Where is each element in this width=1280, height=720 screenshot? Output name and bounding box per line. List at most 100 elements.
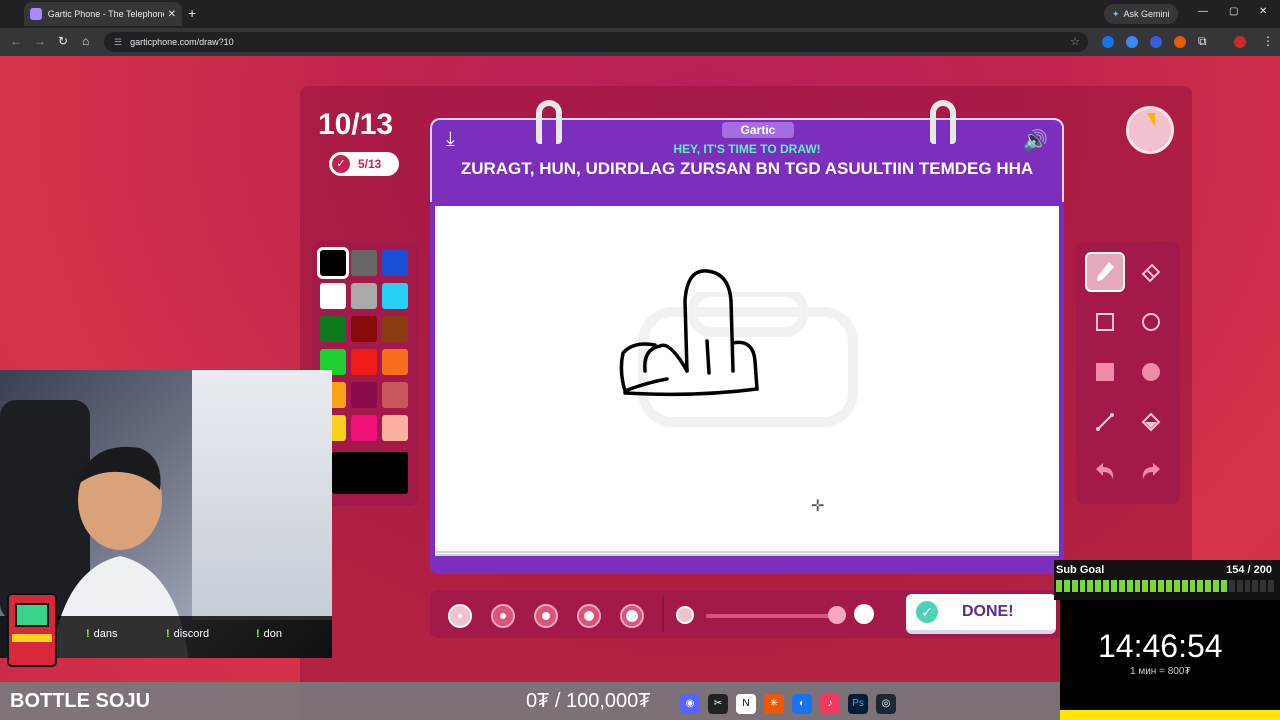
color-swatch[interactable] xyxy=(351,250,377,276)
crosshair-cursor-icon: ✛ xyxy=(811,498,825,515)
progress-segment xyxy=(1150,580,1157,592)
redo-icon xyxy=(1142,463,1160,479)
capcut-icon[interactable]: ✂ xyxy=(708,694,728,714)
music-icon[interactable]: ♪ xyxy=(820,694,840,714)
square-filled-icon xyxy=(1096,363,1114,381)
minimize-button[interactable]: — xyxy=(1198,6,1208,17)
extension-icon[interactable] xyxy=(1102,36,1114,48)
extensions-puzzle-icon[interactable]: ⧉ xyxy=(1198,34,1207,49)
gartic-logo: Gartic xyxy=(722,122,794,138)
color-swatch[interactable] xyxy=(320,316,346,342)
color-swatch[interactable] xyxy=(382,349,408,375)
progress-segment xyxy=(1236,580,1243,592)
brush-size-1-button[interactable] xyxy=(448,604,472,628)
browser-menu-icon[interactable]: ⋮ xyxy=(1262,34,1274,48)
gemini-sparkle-icon: ✦ xyxy=(1112,8,1120,19)
extension-icon[interactable] xyxy=(1126,36,1138,48)
opacity-slider[interactable] xyxy=(706,614,836,618)
undo-button[interactable] xyxy=(1085,452,1125,492)
color-swatch[interactable] xyxy=(317,247,349,279)
notion-icon[interactable]: N xyxy=(736,694,756,714)
color-swatch[interactable] xyxy=(382,316,408,342)
home-icon[interactable]: ⌂ xyxy=(82,34,89,48)
stream-clock: 14:46:54 xyxy=(1098,628,1223,664)
progress-segment xyxy=(1244,580,1251,592)
pencil-tool-button[interactable] xyxy=(1085,252,1125,292)
discord-icon[interactable]: ◉ xyxy=(680,694,700,714)
color-swatch[interactable] xyxy=(382,382,408,408)
edge-browser-icon[interactable]: ◐ xyxy=(792,694,812,714)
brush-size-3-button[interactable] xyxy=(534,604,558,628)
profile-avatar[interactable] xyxy=(1234,36,1246,48)
color-swatch[interactable] xyxy=(351,382,377,408)
extension-icon[interactable] xyxy=(1150,36,1162,48)
color-swatch[interactable] xyxy=(351,316,377,342)
color-swatch[interactable] xyxy=(351,349,377,375)
binder-ring xyxy=(536,100,562,144)
brush-size-4-button[interactable] xyxy=(577,604,601,628)
brush-size-5-button[interactable] xyxy=(620,604,644,628)
ask-gemini-button[interactable]: ✦ Ask Gemini xyxy=(1104,4,1178,24)
sub-goal-label: Sub Goal xyxy=(1056,564,1105,576)
opacity-slider-handle[interactable] xyxy=(828,606,846,624)
browser-tab[interactable]: Gartic Phone - The Telephone G ✕ xyxy=(24,2,182,26)
new-tab-button[interactable]: + xyxy=(188,5,196,21)
forward-arrow-icon[interactable]: → xyxy=(34,34,46,48)
app-icon[interactable]: ✳ xyxy=(764,694,784,714)
chat-command-label: don xyxy=(263,628,283,640)
draw-subtitle: HEY, IT'S TIME TO DRAW! xyxy=(673,142,821,156)
color-swatch[interactable] xyxy=(320,283,346,309)
color-swatch[interactable] xyxy=(382,415,408,441)
url-text: garticphone.com/draw?10 xyxy=(130,37,234,47)
check-icon: ✓ xyxy=(332,155,350,173)
line-tool-button[interactable] xyxy=(1085,402,1125,442)
chat-command: ! don xyxy=(256,628,283,640)
color-swatch[interactable] xyxy=(351,415,377,441)
steam-icon[interactable]: ◎ xyxy=(876,694,896,714)
eraser-tool-button[interactable] xyxy=(1131,252,1171,292)
bookmark-star-icon[interactable]: ☆ xyxy=(1070,35,1080,48)
maximize-button[interactable]: ▢ xyxy=(1229,6,1238,17)
done-label: DONE! xyxy=(962,603,1014,620)
donation-goal: 0₮ / 100,000₮ xyxy=(526,690,651,712)
volume-icon[interactable]: 🔊 xyxy=(1023,128,1048,153)
arcade-machine-icon xyxy=(7,593,57,667)
round-counter: 10/13 xyxy=(318,108,394,141)
reload-icon[interactable]: ↻ xyxy=(58,34,68,48)
sub-goal-value: 154 / 200 xyxy=(1226,564,1272,576)
ellipse-fill-tool-button[interactable] xyxy=(1131,352,1171,392)
progress-segment xyxy=(1181,580,1188,592)
rectangle-fill-tool-button[interactable] xyxy=(1085,352,1125,392)
chat-command: ! dans xyxy=(86,628,118,640)
webcam-window xyxy=(192,370,332,620)
color-swatch[interactable] xyxy=(382,250,408,276)
site-settings-icon[interactable]: ☰ xyxy=(114,37,122,48)
timer-icon xyxy=(1126,106,1174,154)
back-arrow-icon[interactable]: ← xyxy=(10,34,22,48)
binder-ring xyxy=(930,100,956,144)
fill-bucket-tool-button[interactable] xyxy=(1131,402,1171,442)
progress-segment xyxy=(1228,580,1235,592)
brush-size-2-button[interactable] xyxy=(491,604,515,628)
progress-segment xyxy=(1056,580,1062,592)
url-input[interactable]: ☰ garticphone.com/draw?10 ☆ xyxy=(104,32,1088,52)
color-swatch[interactable] xyxy=(351,283,377,309)
photoshop-icon[interactable]: Ps xyxy=(848,694,868,714)
progress-segment xyxy=(1260,580,1267,592)
redo-button[interactable] xyxy=(1131,452,1171,492)
rectangle-outline-tool-button[interactable] xyxy=(1085,302,1125,342)
drawing-canvas[interactable]: ✛ xyxy=(435,206,1059,556)
extension-icon[interactable] xyxy=(1174,36,1186,48)
divider xyxy=(662,596,664,632)
square-outline-icon xyxy=(1096,313,1114,331)
undo-icon xyxy=(1096,463,1114,479)
done-button[interactable]: ✓ DONE! xyxy=(906,594,1056,634)
ellipse-outline-tool-button[interactable] xyxy=(1131,302,1171,342)
color-swatch[interactable] xyxy=(382,283,408,309)
progress-segment xyxy=(1063,580,1070,592)
progress-segment xyxy=(1197,580,1204,592)
progress-segment xyxy=(1166,580,1172,592)
close-window-button[interactable]: ✕ xyxy=(1259,6,1267,17)
sub-goal-progress xyxy=(1056,580,1275,592)
tab-close-icon[interactable]: ✕ xyxy=(168,9,176,20)
